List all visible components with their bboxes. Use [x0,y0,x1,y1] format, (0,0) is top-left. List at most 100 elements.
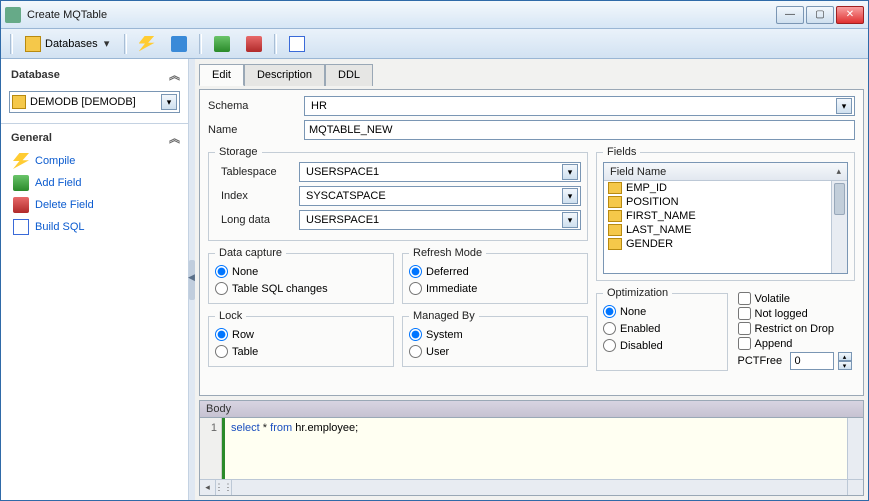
edit-panel: Schema HR ▾ Name MQTABLE_NEW Storage Tab… [199,89,864,396]
field-row[interactable]: LAST_NAME [604,223,847,237]
lightning-icon [139,36,155,52]
lock-group: Lock Row Table [208,310,394,367]
chevron-down-icon: ▾ [836,98,852,114]
lock-table[interactable]: Table [215,343,387,360]
flags-group: Volatile Not logged Restrict on Drop App… [738,287,856,371]
databases-dropdown[interactable]: Databases ▾ [18,33,119,55]
fields-group: Fields Field Name▴ EMP_ID POSITION FIRST… [596,146,855,281]
body-editor: Body 1 select * from hr.employee; ◂ ⋮⋮ [199,400,864,496]
database-icon [25,36,41,52]
optimization-group: Optimization None Enabled Disabled [596,287,728,371]
sort-up-icon: ▴ [836,166,841,177]
opt-disabled[interactable]: Disabled [603,337,721,354]
chevron-down-icon: ▾ [562,188,578,204]
opt-none[interactable]: None [603,303,721,320]
sql-code[interactable]: select * from hr.employee; [222,418,847,479]
field-icon [608,210,622,222]
tab-ddl[interactable]: DDL [325,64,373,86]
sidebar: Database ︽ DEMODB [DEMODB] ▾ General ︽ C… [1,59,189,500]
managed-user[interactable]: User [409,343,581,360]
chevron-down-icon: ▾ [562,164,578,180]
database-selected: DEMODB [DEMODB] [30,96,161,108]
add-field-icon [13,175,29,191]
sidebar-general-header[interactable]: General ︽ [1,126,188,150]
main-panel: Edit Description DDL Schema HR ▾ Name MQ… [195,59,868,500]
fields-header[interactable]: Field Name▴ [604,163,847,181]
window-title: Create MQTable [27,9,776,21]
field-row[interactable]: FIRST_NAME [604,209,847,223]
app-window: Create MQTable — ▢ ✕ Databases ▾ Databas… [0,0,869,501]
flag-restrict-drop[interactable]: Restrict on Drop [738,321,856,336]
refresh-button[interactable] [164,33,194,55]
maximize-button[interactable]: ▢ [806,6,834,24]
data-capture-none[interactable]: None [215,263,387,280]
compile-button[interactable] [132,33,162,55]
schema-label: Schema [208,100,296,112]
add-field-icon [214,36,230,52]
lightning-icon [13,153,29,169]
sidebar-item-add-field[interactable]: Add Field [1,172,188,194]
refresh-mode-group: Refresh Mode Deferred Immediate [402,247,588,304]
chart-icon [13,219,29,235]
database-select[interactable]: DEMODB [DEMODB] ▾ [9,91,180,113]
name-input[interactable]: MQTABLE_NEW [304,120,855,140]
longdata-combo[interactable]: USERSPACE1▾ [299,210,581,230]
refresh-icon [171,36,187,52]
sidebar-item-build-sql[interactable]: Build SQL [1,216,188,238]
schema-combo[interactable]: HR ▾ [304,96,855,116]
field-icon [608,196,622,208]
add-field-button[interactable] [207,33,237,55]
storage-group: Storage Tablespace USERSPACE1▾ Index SYS… [208,146,588,241]
tablespace-combo[interactable]: USERSPACE1▾ [299,162,581,182]
field-row[interactable]: GENDER [604,237,847,251]
chevron-down-icon: ▾ [161,94,177,110]
opt-enabled[interactable]: Enabled [603,320,721,337]
toolbar: Databases ▾ [1,29,868,59]
vertical-scrollbar[interactable] [847,418,863,479]
horizontal-scrollbar[interactable]: ◂ ⋮⋮ [200,479,863,495]
sidebar-item-delete-field[interactable]: Delete Field [1,194,188,216]
field-icon [608,238,622,250]
refresh-deferred[interactable]: Deferred [409,263,581,280]
chart-icon [289,36,305,52]
minimize-button[interactable]: — [776,6,804,24]
index-label: Index [215,190,291,202]
field-row[interactable]: EMP_ID [604,181,847,195]
sidebar-item-compile[interactable]: Compile [1,150,188,172]
flag-volatile[interactable]: Volatile [738,291,856,306]
fields-list[interactable]: Field Name▴ EMP_ID POSITION FIRST_NAME L… [603,162,848,274]
spin-up-icon[interactable]: ▴ [838,352,852,361]
longdata-label: Long data [215,214,291,226]
scroll-grip-icon[interactable]: ⋮⋮ [216,480,232,495]
app-icon [5,7,21,23]
delete-field-icon [246,36,262,52]
database-icon [12,95,26,109]
managed-by-group: Managed By System User [402,310,588,367]
pctfree-label: PCTFree [738,355,786,367]
spin-down-icon[interactable]: ▾ [838,361,852,370]
delete-field-icon [13,197,29,213]
flag-append[interactable]: Append [738,336,856,351]
sidebar-database-header[interactable]: Database ︽ [1,63,188,87]
databases-label: Databases [45,38,98,50]
field-row[interactable]: POSITION [604,195,847,209]
build-sql-button[interactable] [282,33,312,55]
tab-description[interactable]: Description [244,64,325,86]
lock-row[interactable]: Row [215,326,387,343]
data-capture-tablesql[interactable]: Table SQL changes [215,280,387,297]
data-capture-group: Data capture None Table SQL changes [208,247,394,304]
index-combo[interactable]: SYSCATSPACE▾ [299,186,581,206]
name-label: Name [208,124,296,136]
field-icon [608,182,622,194]
managed-system[interactable]: System [409,326,581,343]
pctfree-spinner[interactable]: 0 ▴▾ [790,352,852,370]
tab-edit[interactable]: Edit [199,64,244,86]
flag-not-logged[interactable]: Not logged [738,306,856,321]
line-gutter: 1 [200,418,222,479]
tab-strip: Edit Description DDL [199,63,864,85]
titlebar: Create MQTable — ▢ ✕ [1,1,868,29]
scrollbar[interactable] [831,181,847,273]
delete-field-button[interactable] [239,33,269,55]
refresh-immediate[interactable]: Immediate [409,280,581,297]
close-button[interactable]: ✕ [836,6,864,24]
